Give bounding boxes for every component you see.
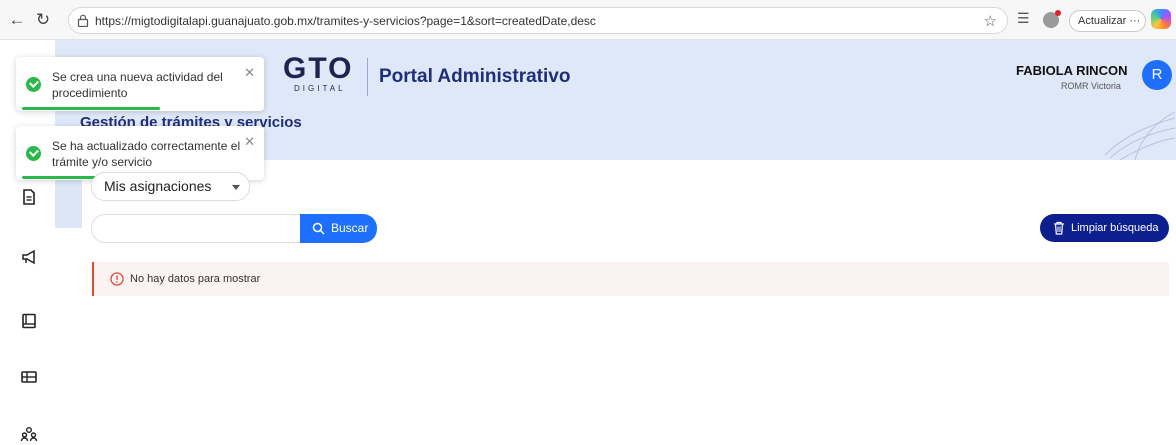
gto-logo: GTO [283, 52, 354, 85]
gto-logo-subtitle: DIGITAL [294, 84, 346, 93]
search-button-label: Buscar [331, 221, 369, 235]
user-name: FABIOLA RINCON [1016, 63, 1128, 78]
close-icon[interactable]: ✕ [244, 134, 255, 150]
portal-title: Portal Administrativo [379, 66, 571, 87]
globe-decoration-icon [1104, 111, 1175, 160]
toast-message: Se ha actualizado correctamente el trámi… [52, 139, 241, 169]
update-button[interactable]: Actualizar ··· [1069, 10, 1146, 32]
search-input[interactable] [91, 214, 303, 243]
user-role: ROMR Victoria [1061, 81, 1121, 91]
favorite-star-icon[interactable]: ☆ [984, 12, 997, 30]
select-value: Mis asignaciones [104, 178, 212, 194]
trash-icon [1054, 221, 1064, 235]
update-label: Actualizar [1078, 15, 1127, 27]
alert-circle-icon [110, 272, 124, 286]
avatar[interactable]: R [1142, 60, 1172, 90]
clear-button-label: Limpiar búsqueda [1071, 222, 1159, 234]
success-check-icon [26, 77, 41, 92]
reload-icon[interactable]: ↻ [34, 11, 52, 29]
browser-toolbar: ← ↻ https://migtodigitalapi.guanajuato.g… [0, 0, 1176, 40]
url-text: https://migtodigitalapi.guanajuato.gob.m… [95, 14, 596, 28]
back-arrow-icon[interactable]: ← [8, 11, 26, 29]
favorites-list-icon[interactable]: ☰ [1017, 10, 1030, 27]
header-divider [367, 58, 368, 96]
search-icon [312, 222, 325, 235]
table-icon[interactable] [20, 368, 38, 386]
toast-message: Se crea una nueva actividad del procedim… [52, 70, 223, 100]
megaphone-icon[interactable] [20, 248, 38, 266]
chevron-down-icon [232, 185, 240, 190]
search-button[interactable]: Buscar [300, 214, 377, 243]
empty-results-alert: No hay datos para mostrar [92, 262, 1169, 296]
close-icon[interactable]: ✕ [244, 65, 255, 81]
toast-notification: Se crea una nueva actividad del procedim… [16, 57, 264, 111]
clear-search-button[interactable]: Limpiar búsqueda [1040, 214, 1169, 242]
assignments-select[interactable]: Mis asignaciones [91, 172, 250, 201]
toast-progress-bar [22, 107, 160, 110]
copilot-icon[interactable] [1151, 9, 1171, 29]
lock-icon[interactable] [77, 14, 89, 27]
success-check-icon [26, 146, 41, 161]
users-icon[interactable] [20, 425, 38, 443]
empty-message: No hay datos para mostrar [130, 273, 261, 285]
address-bar[interactable]: https://migtodigitalapi.guanajuato.gob.m… [68, 7, 1008, 34]
book-icon[interactable] [20, 312, 38, 330]
document-icon[interactable] [20, 188, 38, 206]
profile-icon[interactable] [1043, 10, 1061, 28]
